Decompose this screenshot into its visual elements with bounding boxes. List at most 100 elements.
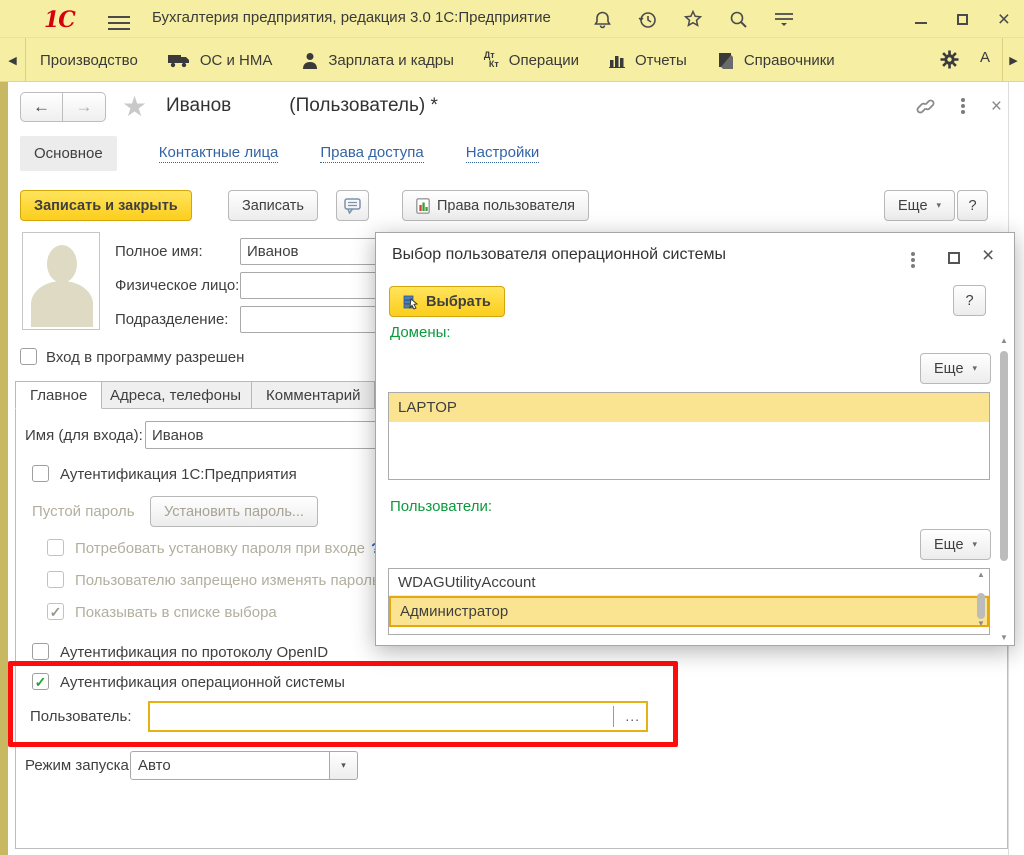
dialog-help-button[interactable]: ? <box>953 285 986 316</box>
form-close-icon[interactable]: × <box>991 97 1002 116</box>
auth-1c-checkbox[interactable] <box>32 465 49 482</box>
notifications-bell-icon[interactable] <box>593 10 612 29</box>
empty-password-label: Пустой пароль <box>32 503 135 520</box>
chevron-down-icon: ▾ <box>973 363 978 374</box>
report-icon <box>416 198 430 214</box>
login-name-label: Имя (для входа): <box>25 427 143 444</box>
os-user-select-dialog: Выбор пользователя операционной системы … <box>375 232 1015 646</box>
form-more-button[interactable]: Еще▾ <box>884 190 955 221</box>
get-link-icon[interactable] <box>915 96 935 116</box>
form-title: Иванов(Пользователь) * <box>166 95 438 117</box>
back-button[interactable]: ← <box>20 92 63 122</box>
users-list: WDAGUtilityAccount Администратор ▲ ▼ <box>388 568 990 635</box>
scroll-up-icon[interactable]: ▲ <box>977 570 985 579</box>
truck-icon <box>168 53 190 68</box>
scrollbar-thumb[interactable] <box>1000 351 1008 561</box>
os-auth-checkbox[interactable]: ✓ <box>32 673 49 690</box>
choose-ellipsis-button[interactable]: ... <box>625 708 640 724</box>
main-menu-icon[interactable] <box>108 12 130 34</box>
field-separator <box>613 706 614 727</box>
nav-item-overflow[interactable]: А <box>980 49 990 66</box>
nav-item-salary-hr[interactable]: Зарплата и кадры <box>302 52 454 69</box>
maximize-button[interactable] <box>957 14 968 25</box>
show-in-list-label: Показывать в списке выбора <box>75 604 277 621</box>
person-label: Физическое лицо: <box>115 277 239 294</box>
person-icon <box>302 52 318 69</box>
dialog-close-button[interactable]: × <box>982 244 994 268</box>
1c-logo: 1С <box>44 7 75 33</box>
form-help-button[interactable]: ? <box>957 190 988 221</box>
section-navbar: ◀ Производство ОС и НМА Зарплата и кадры… <box>0 38 1024 82</box>
discuss-button[interactable] <box>336 190 369 221</box>
users-list-scrollbar[interactable]: ▲ ▼ <box>974 570 988 634</box>
workspace-left-strip <box>0 82 8 855</box>
titlebar: 1С Бухгалтерия предприятия, редакция 3.0… <box>0 0 1024 38</box>
nav-item-production[interactable]: Производство <box>40 52 138 69</box>
chevron-down-icon: ▾ <box>937 200 942 211</box>
os-user-label: Пользователь: <box>30 708 132 725</box>
check-icon: ✓ <box>50 605 62 619</box>
require-password-label: Потребовать установку пароля при входе? <box>75 540 380 557</box>
nav-item-directories[interactable]: Справочники <box>717 52 835 69</box>
run-mode-label: Режим запуска: <box>25 757 133 774</box>
require-password-checkbox[interactable] <box>47 539 64 556</box>
department-label: Подразделение: <box>115 311 228 328</box>
forbid-change-checkbox[interactable] <box>47 571 64 588</box>
tab-access-rights[interactable]: Права доступа <box>320 144 423 163</box>
domains-list: LAPTOP <box>388 392 990 480</box>
user-row[interactable]: WDAGUtilityAccount <box>389 569 989 596</box>
favorites-star-icon[interactable] <box>683 9 703 29</box>
avatar-silhouette-head <box>47 245 77 283</box>
run-mode-dropdown-button[interactable]: ▾ <box>329 751 358 780</box>
nav-item-operations[interactable]: Дт Кт Операции <box>484 51 579 69</box>
user-row-selected[interactable]: Администратор <box>389 596 989 627</box>
nav-item-reports[interactable]: Отчеты <box>609 52 687 69</box>
save-button[interactable]: Записать <box>228 190 318 221</box>
dtkt-icon: Дт Кт <box>484 51 499 69</box>
set-password-button[interactable]: Установить пароль... <box>150 496 318 527</box>
minimize-button[interactable] <box>915 22 927 24</box>
form-tabstrip: Основное Контактные лица Права доступа Н… <box>20 135 539 171</box>
dialog-kebab-icon[interactable] <box>911 250 915 270</box>
openid-checkbox[interactable] <box>32 643 49 660</box>
nav-scroll-left-button[interactable]: ◀ <box>0 38 26 82</box>
app-window: 1С Бухгалтерия предприятия, редакция 3.0… <box>0 0 1024 855</box>
save-and-close-button[interactable]: Записать и закрыть <box>20 190 192 221</box>
tab-main[interactable]: Основное <box>20 136 117 171</box>
toolbar-menu-icon[interactable] <box>774 11 794 27</box>
users-more-button[interactable]: Еще▾ <box>920 529 991 560</box>
show-in-list-checkbox[interactable]: ✓ <box>47 603 64 620</box>
form-more-kebab-icon[interactable] <box>961 96 965 116</box>
nav-scroll-right-button[interactable]: ▶ <box>1002 38 1024 82</box>
dialog-select-button[interactable]: Выбрать <box>389 286 505 317</box>
tab-addresses[interactable]: Адреса, телефоны <box>95 381 256 409</box>
tab-glavnoe[interactable]: Главное <box>15 381 102 409</box>
dialog-scrollbar[interactable]: ▲ ▼ <box>997 336 1011 642</box>
scroll-up-icon[interactable]: ▲ <box>1000 336 1008 345</box>
login-allowed-label: Вход в программу разрешен <box>46 349 244 366</box>
run-mode-select[interactable]: Авто <box>130 751 330 780</box>
tab-settings[interactable]: Настройки <box>466 144 540 163</box>
dialog-maximize-button[interactable] <box>948 252 960 264</box>
forward-button[interactable]: → <box>63 92 106 122</box>
domain-row-selected[interactable]: LAPTOP <box>389 393 989 422</box>
domains-more-button[interactable]: Еще▾ <box>920 353 991 384</box>
nav-item-os-nma[interactable]: ОС и НМА <box>168 52 273 69</box>
tab-contacts[interactable]: Контактные лица <box>159 144 279 163</box>
check-icon: ✓ <box>35 675 47 689</box>
scrollbar-thumb[interactable] <box>977 593 985 619</box>
os-user-input[interactable]: ... <box>148 701 648 732</box>
favorite-star-icon[interactable]: ★ <box>122 90 147 123</box>
user-avatar <box>22 232 100 330</box>
history-icon[interactable] <box>638 10 657 29</box>
form-title-name: Иванов <box>166 95 231 116</box>
tab-comment[interactable]: Комментарий <box>251 381 375 409</box>
search-icon[interactable] <box>729 10 748 29</box>
scroll-down-icon[interactable]: ▼ <box>1000 633 1008 642</box>
user-rights-button[interactable]: Права пользователя <box>402 190 589 221</box>
scroll-down-icon[interactable]: ▼ <box>977 619 985 628</box>
settings-gear-icon[interactable] <box>939 49 960 70</box>
close-button[interactable]: × <box>998 9 1010 30</box>
login-allowed-checkbox[interactable] <box>20 348 37 365</box>
avatar-silhouette-body <box>31 281 93 327</box>
